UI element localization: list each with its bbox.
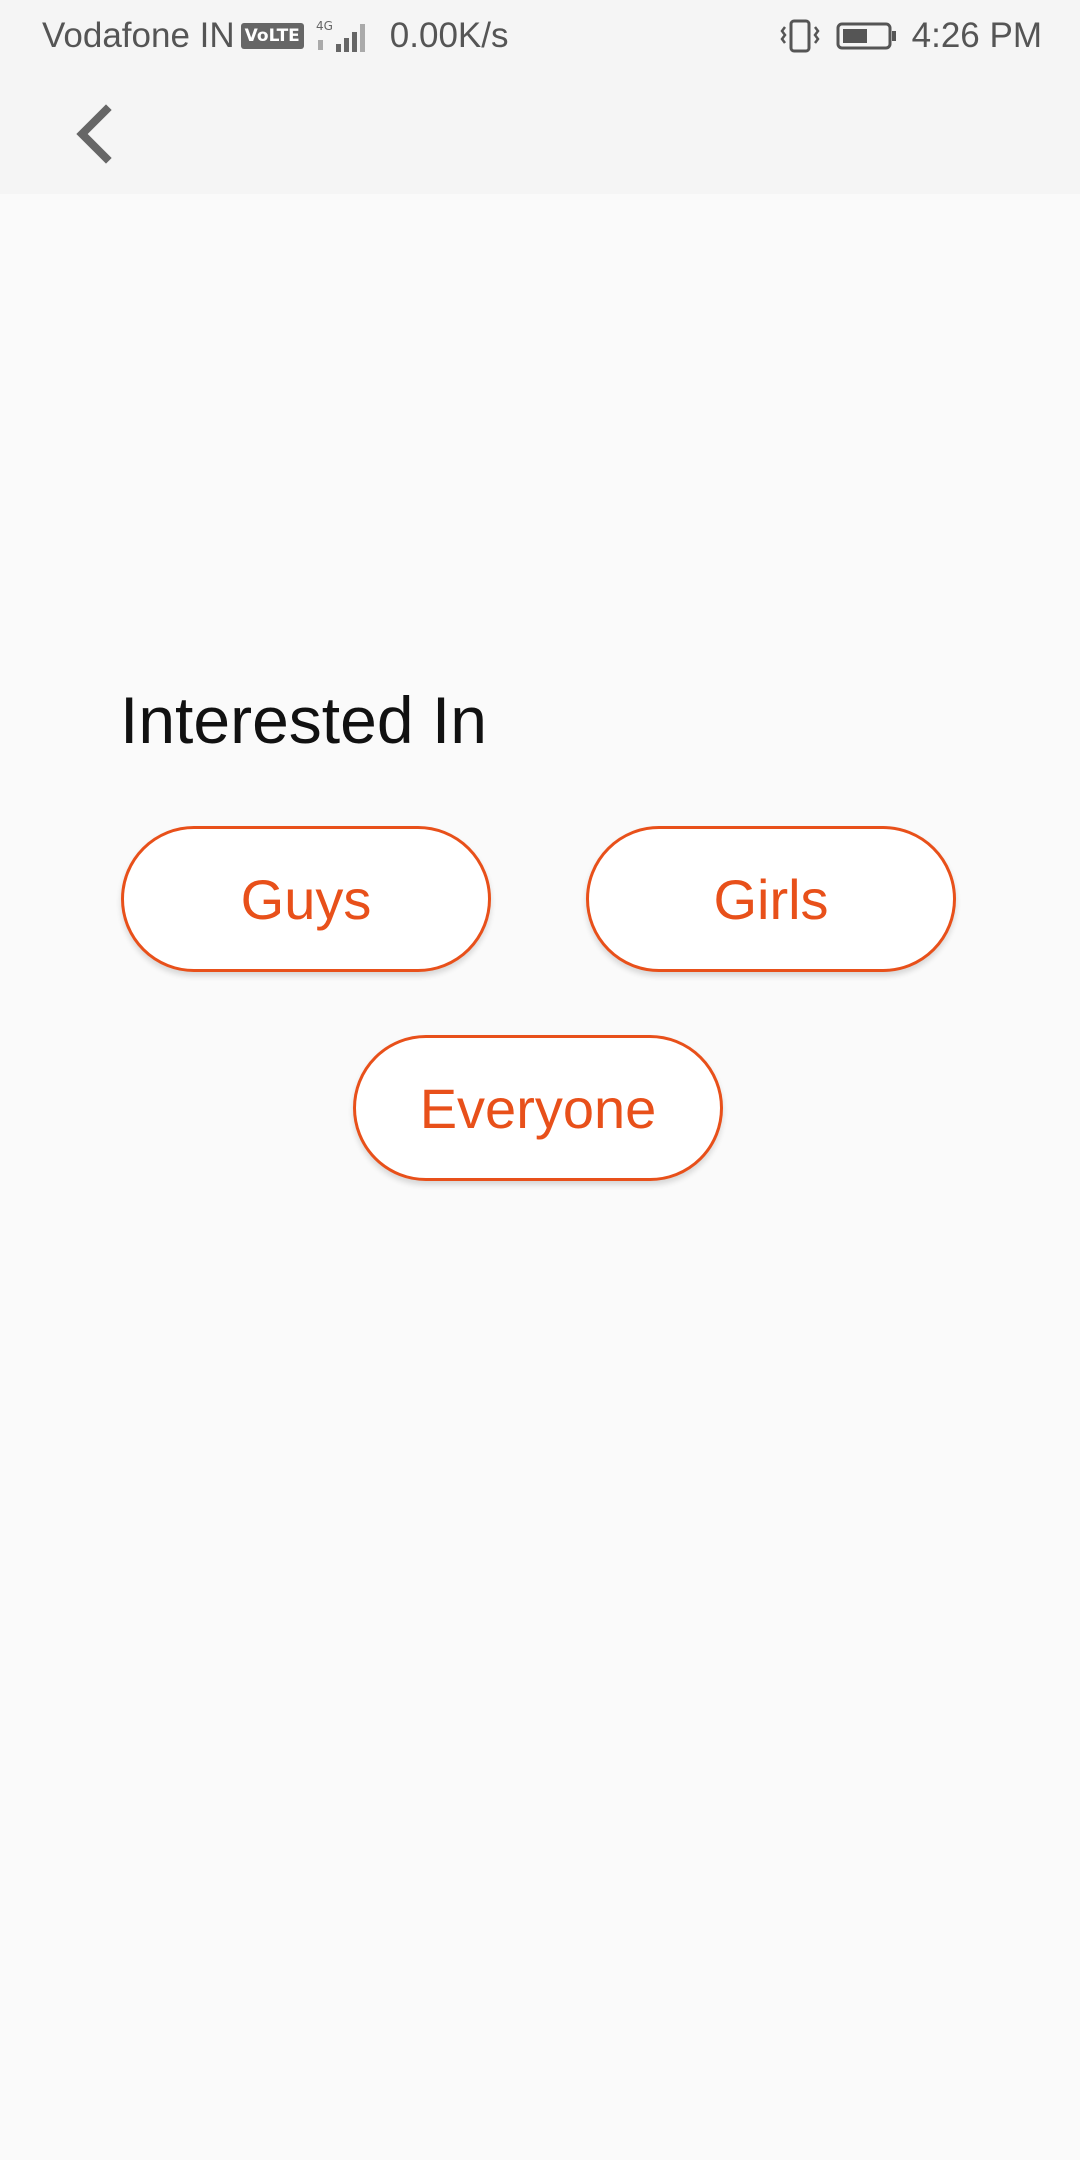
everyone-button[interactable]: Everyone <box>353 1035 723 1181</box>
signal-icon: 4G <box>314 18 372 54</box>
status-bar-right: 4:26 PM <box>778 16 1042 56</box>
status-bar: Vodafone IN VoLTE 4G 0.00K/s 4:26 PM <box>0 0 1080 74</box>
network-speed: 0.00K/s <box>389 16 509 55</box>
chevron-left-icon <box>76 104 112 164</box>
clock: 4:26 PM <box>911 16 1042 55</box>
vibrate-icon <box>778 18 822 54</box>
page-title: Interested In <box>120 683 487 757</box>
status-bar-left: Vodafone IN VoLTE 4G 0.00K/s <box>42 16 509 56</box>
svg-text:4G: 4G <box>316 19 333 33</box>
girls-button[interactable]: Girls <box>586 826 956 972</box>
guys-button[interactable]: Guys <box>121 826 491 972</box>
volte-badge: VoLTE <box>240 23 304 49</box>
battery-icon <box>836 20 898 52</box>
back-button[interactable] <box>56 96 132 172</box>
toolbar <box>0 74 1080 194</box>
carrier-name: Vodafone IN <box>42 16 235 55</box>
